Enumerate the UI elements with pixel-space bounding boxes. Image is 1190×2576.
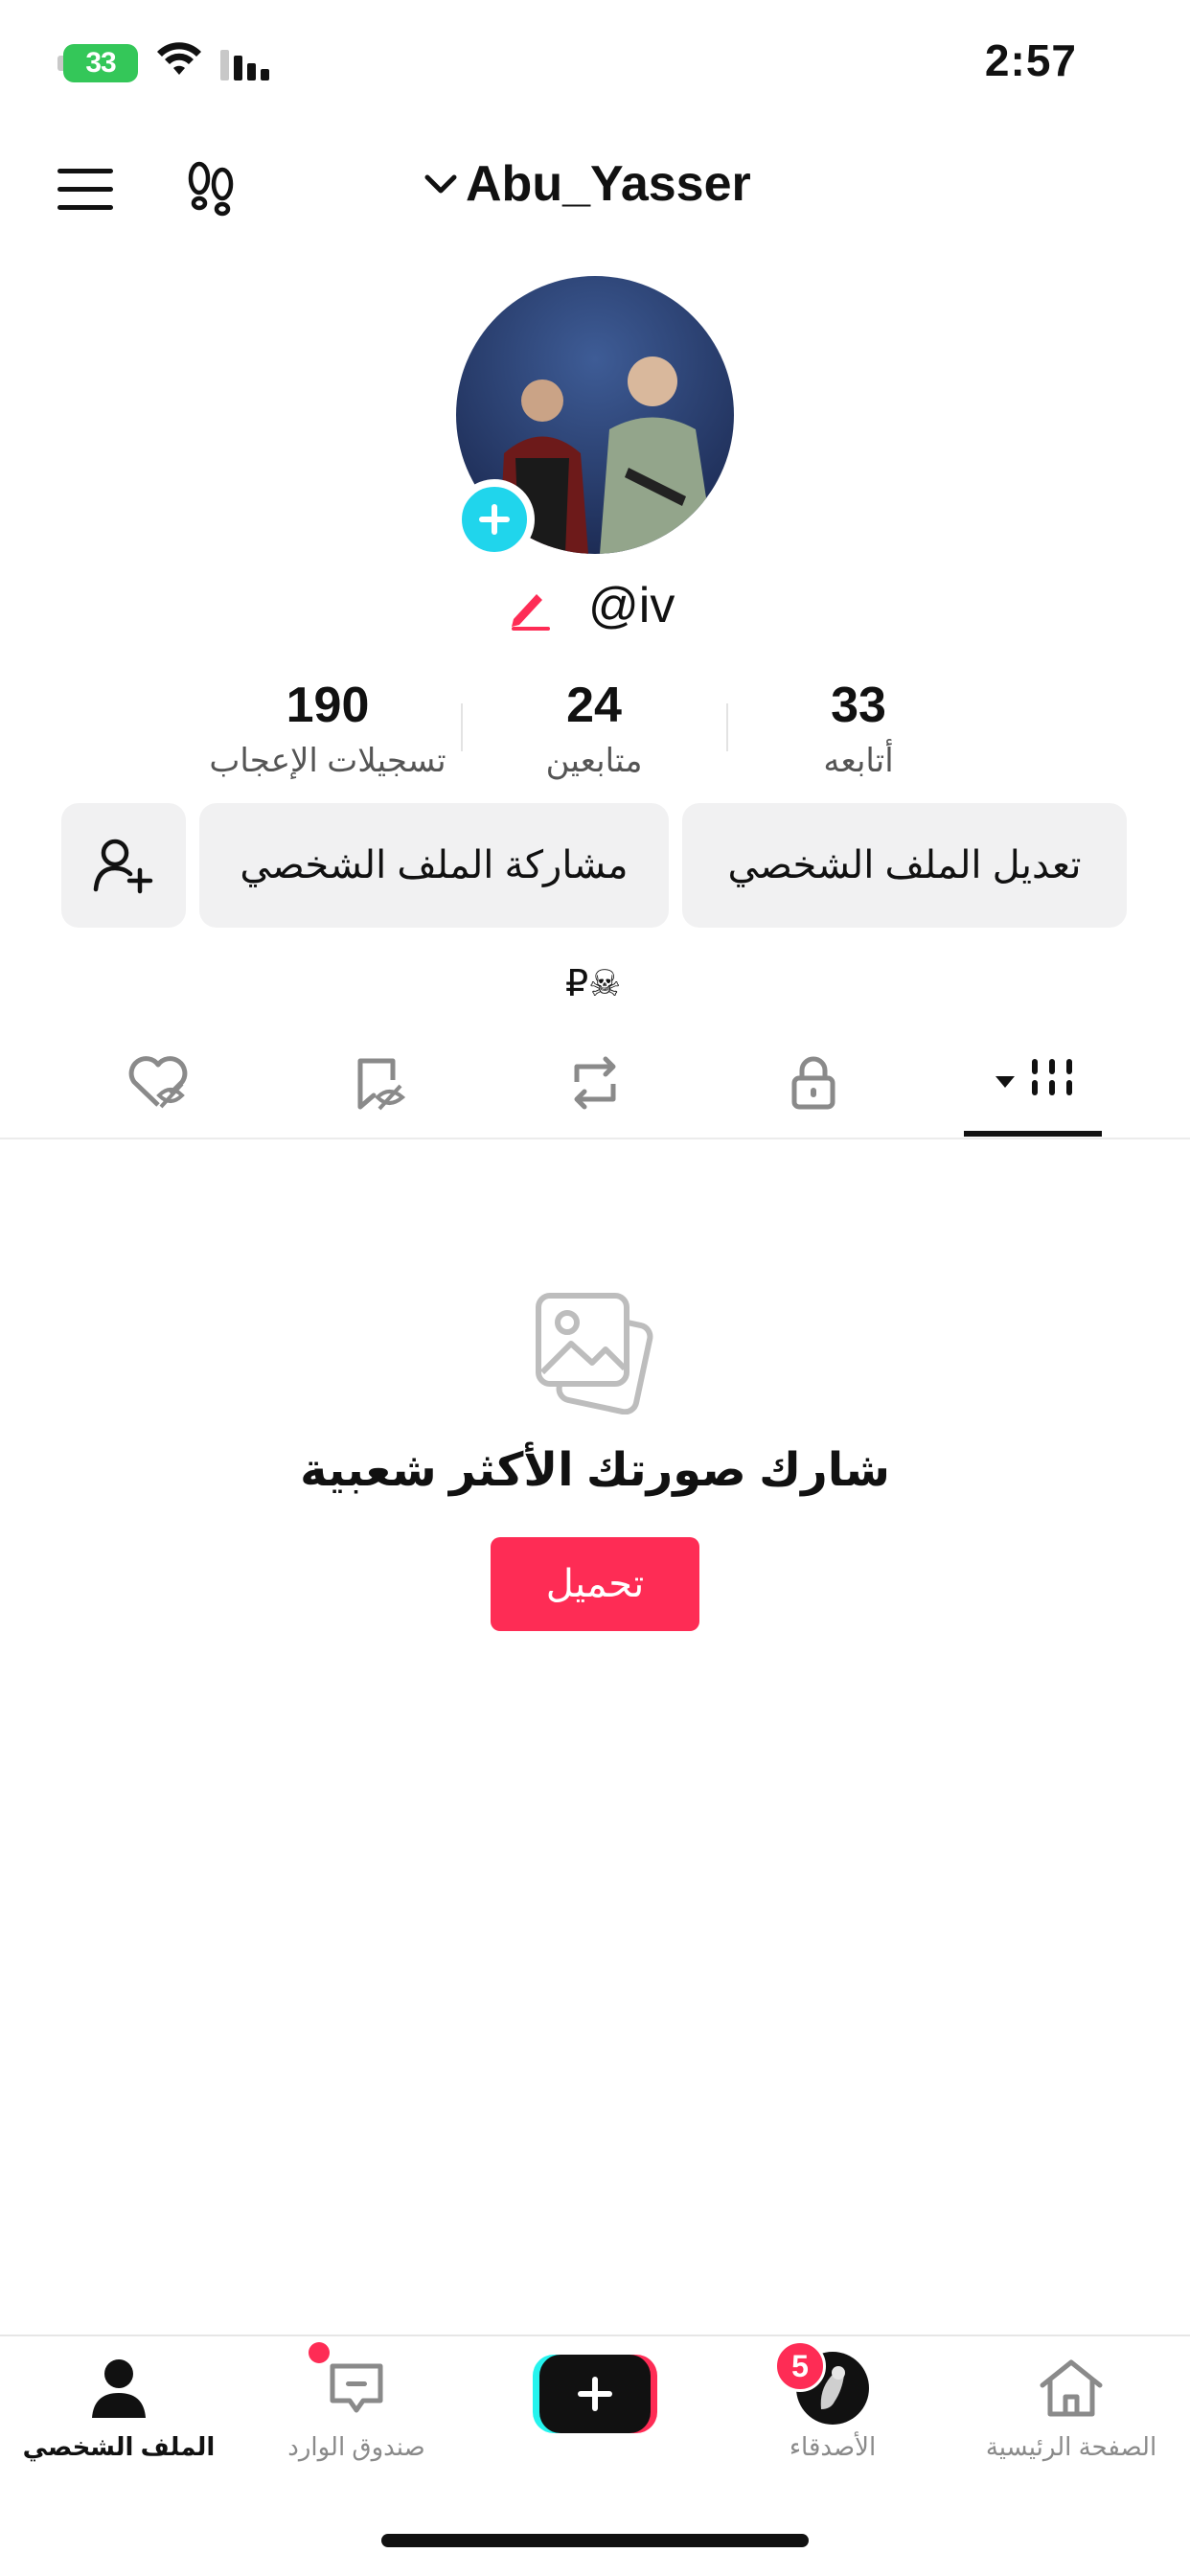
nav-home-label: الصفحة الرئيسية	[985, 2432, 1157, 2461]
footprints-icon[interactable]	[182, 159, 241, 223]
stat-followers[interactable]: 24 متابعين	[462, 671, 726, 782]
friends-badge: 5	[774, 2340, 826, 2392]
stat-likes[interactable]: 190 تسجيلات الإعجاب	[195, 671, 460, 782]
nav-home[interactable]: الصفحة الرئيسية	[952, 2352, 1190, 2467]
username: Abu_Yasser	[466, 156, 751, 212]
stat-following-count: 33	[831, 678, 886, 733]
upload-button[interactable]: تحميل	[491, 1537, 699, 1631]
person-icon	[90, 2352, 148, 2425]
edit-profile-button[interactable]: تعديل الملف الشخصي	[682, 803, 1127, 928]
account-switcher[interactable]: Abu_Yasser	[422, 155, 751, 213]
chevron-down-icon	[424, 174, 457, 194]
nav-divider	[0, 2334, 1190, 2336]
status-time: 2:57	[984, 35, 1077, 85]
grid-icon	[995, 1059, 1072, 1095]
stat-likes-count: 190	[286, 678, 370, 733]
add-user-icon	[93, 839, 153, 894]
stat-followers-count: 24	[566, 678, 622, 733]
menu-icon[interactable]	[57, 167, 113, 218]
stat-following-label: أتابعه	[823, 743, 894, 779]
signal-icon	[220, 48, 278, 87]
inbox-icon	[327, 2352, 386, 2425]
photo-icon	[533, 1290, 657, 1419]
heart-hidden-icon	[128, 1056, 188, 1109]
nav-create[interactable]	[476, 2352, 714, 2467]
edit-pencil-icon[interactable]	[506, 585, 554, 632]
nav-friends-label: الأصدقاء	[789, 2432, 877, 2461]
empty-state-message: شارك صورتك الأكثر شعبية	[300, 1445, 890, 1496]
stat-following[interactable]: 33 أتابعه	[726, 671, 991, 782]
nav-inbox[interactable]: صندوق الوارد	[238, 2352, 475, 2467]
wifi-icon	[155, 40, 203, 83]
active-tab-indicator	[964, 1131, 1102, 1137]
add-avatar-button[interactable]	[454, 479, 535, 560]
tab-favorites-private[interactable]	[326, 1045, 431, 1121]
create-icon	[533, 2355, 657, 2433]
share-profile-button[interactable]: مشاركة الملف الشخصي	[199, 803, 669, 928]
nav-profile[interactable]: الملف الشخصي	[0, 2352, 238, 2467]
tab-reposts[interactable]	[542, 1045, 648, 1121]
tabs-divider	[0, 1138, 1190, 1139]
nav-profile-label: الملف الشخصي	[22, 2432, 216, 2461]
profile-handle: @iv	[588, 578, 675, 633]
lock-icon	[791, 1056, 835, 1110]
battery-level: 33	[85, 47, 116, 79]
plus-icon	[479, 504, 510, 535]
stat-followers-label: متابعين	[545, 743, 643, 779]
add-friend-button[interactable]	[61, 803, 186, 928]
nav-friends[interactable]: الأصدقاء	[714, 2352, 951, 2467]
home-indicator	[381, 2534, 809, 2547]
bookmark-hidden-icon	[357, 1058, 406, 1111]
profile-bio: ₽☠	[565, 964, 622, 1004]
inbox-notification-dot	[309, 2342, 330, 2363]
nav-inbox-label: صندوق الوارد	[287, 2432, 425, 2461]
repost-icon	[574, 1056, 616, 1110]
home-icon	[1037, 2352, 1106, 2425]
tab-private[interactable]	[761, 1045, 866, 1121]
battery-indicator: 33	[63, 44, 138, 82]
tab-liked-private[interactable]	[105, 1045, 211, 1121]
stat-likes-label: تسجيلات الإعجاب	[209, 743, 446, 779]
tab-videos[interactable]	[981, 1045, 1087, 1121]
